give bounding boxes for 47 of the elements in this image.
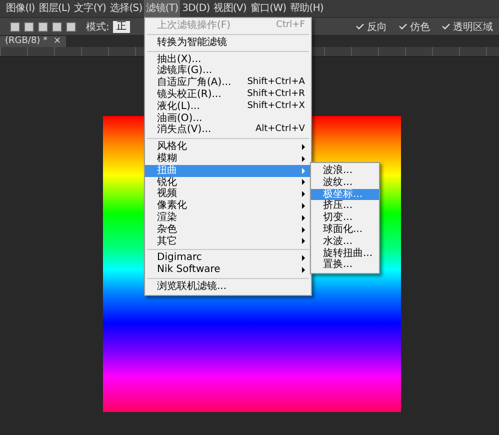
document-tab[interactable]: (RGB/8) * × bbox=[0, 36, 66, 47]
menu-title[interactable]: 文字(Y) bbox=[72, 0, 108, 17]
menu-item[interactable]: 滤镜库(G)... bbox=[145, 65, 311, 78]
menu-item[interactable]: 球面化... bbox=[311, 224, 379, 236]
close-icon[interactable]: × bbox=[54, 36, 62, 47]
check-icon[interactable] bbox=[442, 22, 450, 30]
check-icon[interactable] bbox=[356, 22, 364, 30]
menu-title[interactable]: 滤镜(T) bbox=[144, 0, 180, 17]
menu-title[interactable]: 选择(S) bbox=[108, 0, 144, 17]
menu-item[interactable]: 油画(O)... bbox=[145, 112, 311, 124]
menu-item[interactable]: 视频 bbox=[145, 188, 311, 200]
menu-item[interactable]: 锐化 bbox=[145, 176, 311, 188]
menu-title[interactable]: 图层(L) bbox=[36, 0, 72, 17]
menu-item[interactable]: Digimarc bbox=[145, 252, 311, 264]
menu-item[interactable]: 自适应广角(A)... Shift+Ctrl+A bbox=[145, 77, 311, 89]
checkbox-label: 反向 bbox=[367, 20, 387, 34]
menu-item[interactable]: 波浪... bbox=[311, 165, 379, 177]
menu-item[interactable]: 抽出(X)... bbox=[145, 54, 311, 66]
menu-item[interactable]: 置换... bbox=[311, 259, 379, 272]
menu-item[interactable]: 浏览联机滤镜... bbox=[145, 280, 311, 293]
menu-item[interactable]: 转换为智能滤镜 bbox=[145, 36, 311, 49]
menu-item[interactable]: 像素化 bbox=[145, 200, 311, 212]
menu-title[interactable]: 3D(D) bbox=[180, 0, 212, 17]
mode-dropdown[interactable]: 正 bbox=[113, 20, 130, 32]
mode-label: 模式: bbox=[86, 20, 110, 34]
menu-item[interactable]: 消失点(V)... Alt+Ctrl+V bbox=[145, 124, 311, 136]
checkbox-label: 仿色 bbox=[410, 20, 430, 34]
menu-item[interactable]: 渲染 bbox=[145, 212, 311, 224]
tab-title: (RGB/8) * bbox=[5, 36, 48, 47]
menu-item[interactable]: 水波... bbox=[311, 236, 379, 248]
menu-item[interactable]: 旋转扭曲... bbox=[311, 248, 379, 260]
menu-item[interactable]: 镜头校正(R)... Shift+Ctrl+R bbox=[145, 88, 311, 101]
checkbox-label: 透明区域 bbox=[453, 20, 493, 34]
menu-title[interactable]: 视图(V) bbox=[212, 0, 248, 17]
menu-item[interactable]: 模糊 bbox=[145, 152, 311, 165]
menu-title[interactable]: 图像(I) bbox=[4, 0, 37, 17]
menu-item[interactable]: Nik Software bbox=[145, 264, 311, 276]
check-icon[interactable] bbox=[399, 22, 407, 30]
menu-item[interactable]: 液化(L)... Shift+Ctrl+X bbox=[145, 100, 311, 113]
menu-item[interactable]: 其它 bbox=[145, 236, 311, 248]
menu-item[interactable]: 风格化 bbox=[145, 141, 311, 153]
menu-item[interactable]: 杂色 bbox=[145, 224, 311, 236]
menu-item[interactable]: 波纹... bbox=[311, 176, 379, 189]
menu-title[interactable]: 窗口(W) bbox=[248, 0, 288, 17]
menu-title[interactable]: 帮助(H) bbox=[288, 0, 326, 17]
menu-item[interactable]: 挤压... bbox=[311, 200, 379, 212]
menu-item[interactable]: 切变... bbox=[311, 212, 379, 224]
